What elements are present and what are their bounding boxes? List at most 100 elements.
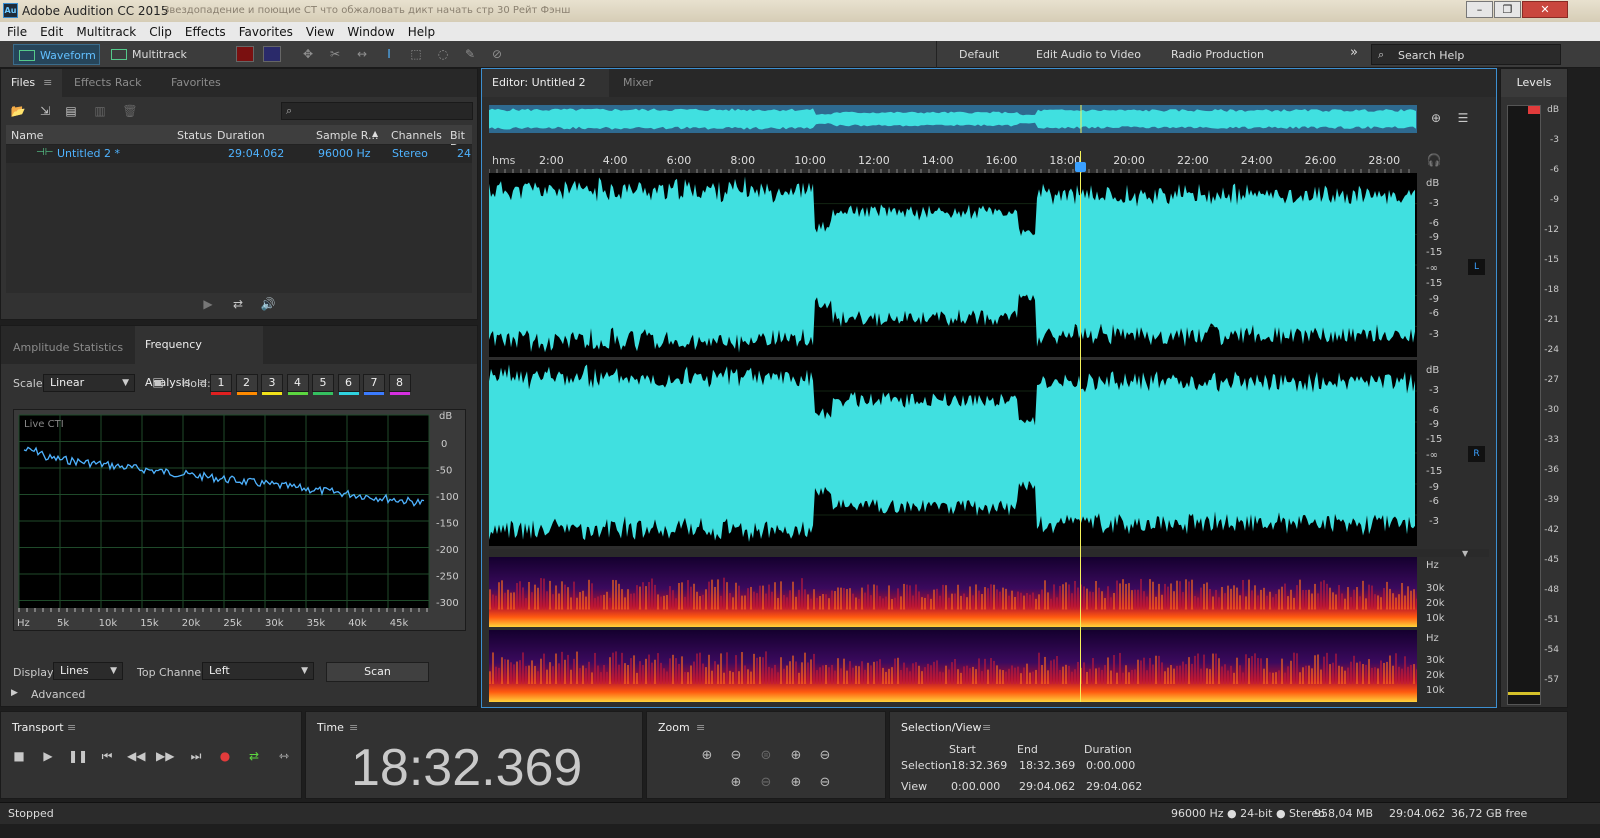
maximize-button[interactable]: ❐ [1494, 1, 1521, 18]
pitch-display-icon[interactable] [263, 46, 281, 62]
minimize-button[interactable]: – [1466, 1, 1493, 18]
hold-button-3[interactable]: 3 [261, 374, 283, 395]
delete-icon[interactable]: 🗑 [121, 104, 139, 118]
scan-button[interactable]: Scan [326, 662, 429, 682]
insert-icon[interactable]: ▥ [91, 104, 109, 118]
menu-edit[interactable]: Edit [33, 22, 69, 39]
menu-window[interactable]: Window [340, 22, 400, 39]
hold-button-4[interactable]: 4 [286, 374, 309, 395]
tab-amplitude-statistics[interactable]: Amplitude Statistics [3, 331, 133, 364]
overview-menu-icon[interactable]: ☰ [1454, 111, 1472, 125]
advanced-scale-icon[interactable]: ▣ [149, 375, 167, 389]
zoom-reset-icon[interactable]: ⊖ [814, 774, 836, 792]
channel-left-toggle[interactable]: L [1468, 259, 1485, 275]
zoom-navigator-icon[interactable]: ⊕ [1427, 111, 1445, 125]
multitrack-button[interactable]: Multitrack [106, 44, 190, 65]
tab-frequency-analysis[interactable]: Frequency Analysis ≡ [135, 326, 263, 389]
slip-tool-icon[interactable]: ↔ [353, 46, 371, 62]
brush-tool-icon[interactable]: ✎ [461, 46, 479, 62]
panel-menu-icon[interactable]: ≡ [349, 721, 358, 734]
selection-duration[interactable]: 0:00.000 [1086, 759, 1135, 772]
panel-menu-icon[interactable]: ≡ [67, 721, 76, 734]
menu-help[interactable]: Help [401, 22, 441, 39]
column-name[interactable]: Name [11, 129, 43, 142]
marquee-tool-icon[interactable]: ⬚ [407, 46, 425, 62]
tab-effects-rack[interactable]: Effects Rack [64, 69, 151, 97]
view-duration[interactable]: 29:04.062 [1086, 780, 1142, 793]
view-start[interactable]: 0:00.000 [951, 780, 1000, 793]
tab-favorites[interactable]: Favorites [161, 69, 231, 97]
tab-editor[interactable]: Editor: Untitled 2 *≡ [482, 69, 609, 117]
zoom-out-time-icon[interactable]: ⊖ [814, 747, 836, 765]
workspace-default[interactable]: Default [959, 48, 999, 61]
more-workspaces-icon[interactable]: » [1350, 45, 1358, 60]
lasso-tool-icon[interactable]: ◌ [434, 46, 452, 62]
column-status[interactable]: Status [177, 129, 212, 142]
autoplay-icon[interactable]: 🔊 [259, 297, 277, 311]
monitor-headphones-icon[interactable]: 🎧 [1425, 153, 1443, 167]
hold-button-5[interactable]: 5 [312, 374, 334, 395]
close-button[interactable]: ✕ [1522, 1, 1568, 18]
loop-preview-icon[interactable]: ⇄ [229, 297, 247, 311]
loop-playback-icon[interactable]: ⇄ [245, 749, 263, 763]
rewind-icon[interactable]: ◀◀ [127, 749, 145, 763]
menu-file[interactable]: File [0, 22, 33, 39]
scale-dropdown[interactable]: Linear ▼ [43, 374, 135, 392]
skip-selection-icon[interactable]: ⇿ [275, 749, 293, 763]
zoom-out-full-icon[interactable]: ⊖ [755, 774, 777, 792]
hold-button-7[interactable]: 7 [363, 374, 385, 395]
zoom-to-selection-icon[interactable]: ⊜ [755, 747, 777, 765]
fast-forward-icon[interactable]: ▶▶ [156, 749, 174, 763]
tab-files[interactable]: Files ≡ [1, 69, 63, 97]
selection-start[interactable]: 18:32.369 [951, 759, 1007, 772]
waveform-button[interactable]: Waveform [13, 44, 100, 65]
view-end[interactable]: 29:04.062 [1019, 780, 1075, 793]
overview-bar[interactable] [489, 105, 1417, 133]
menu-view[interactable]: View [299, 22, 340, 39]
menu-multitrack[interactable]: Multitrack [69, 22, 142, 39]
menu-clip[interactable]: Clip [142, 22, 178, 39]
panel-menu-icon[interactable]: ≡ [982, 721, 991, 734]
workspace-radio-production[interactable]: Radio Production [1171, 48, 1264, 61]
previous-icon[interactable]: ⏮ [98, 749, 116, 764]
zoom-in-time-icon[interactable]: ⊕ [785, 747, 807, 765]
zoom-out-amplitude-icon[interactable]: ⊖ [725, 747, 747, 765]
channel-right-toggle[interactable]: R [1468, 446, 1485, 462]
menu-effects[interactable]: Effects [178, 22, 232, 39]
column-sample-rate[interactable]: Sample R... [316, 129, 378, 142]
hold-button-1[interactable]: 1 [210, 374, 232, 395]
open-file-icon[interactable]: 📂 [9, 104, 27, 118]
stop-icon[interactable]: ■ [10, 749, 28, 763]
menu-favorites[interactable]: Favorites [232, 22, 299, 39]
playhead-handle[interactable] [1075, 162, 1086, 172]
time-ruler[interactable]: hms 2:00 4:00 6:00 8:00 10:00 12:00 14:00 16:00 1… [489, 149, 1489, 173]
spectral-expand-icon[interactable]: ▼ [1462, 549, 1468, 558]
play-icon[interactable]: ▶ [39, 749, 57, 763]
pause-icon[interactable]: ❚❚ [68, 749, 88, 763]
table-row[interactable]: ⊣⊢ Untitled 2 * 29:04.062 96000 Hz Stere… [6, 145, 472, 163]
zoom-in-point-icon[interactable]: ⊕ [725, 774, 747, 792]
files-search-field[interactable]: ⌕ [281, 102, 473, 120]
top-channel-dropdown[interactable]: Left ▼ [202, 662, 314, 680]
search-help-field[interactable]: ⌕ Search Help [1371, 44, 1561, 65]
tab-mixer[interactable]: Mixer [613, 69, 663, 97]
import-file-icon[interactable]: ⇲ [36, 104, 54, 118]
workspace-edit-audio-to-video[interactable]: Edit Audio to Video [1036, 48, 1141, 61]
zoom-in-amplitude-icon[interactable]: ⊕ [696, 747, 718, 765]
playhead[interactable] [1080, 151, 1081, 702]
panel-menu-icon[interactable]: ≡ [696, 721, 705, 734]
hold-button-2[interactable]: 2 [235, 374, 258, 395]
razor-tool-icon[interactable]: ✂ [326, 46, 344, 62]
new-file-icon[interactable]: ▤ [62, 104, 80, 118]
next-icon[interactable]: ⏭ [187, 749, 205, 764]
zoom-selection-icon[interactable]: ⊕ [785, 774, 807, 792]
spectral-display-icon[interactable] [236, 46, 254, 62]
healing-brush-icon[interactable]: ⊘ [488, 46, 506, 62]
spectral-divider[interactable] [489, 549, 1489, 557]
column-duration[interactable]: Duration [217, 129, 265, 142]
column-channels[interactable]: Channels [391, 129, 442, 142]
play-preview-icon[interactable]: ▶ [199, 297, 217, 311]
record-icon[interactable]: ● [216, 749, 234, 763]
expand-advanced-icon[interactable]: ▶ [11, 688, 18, 698]
advanced-toggle[interactable]: Advanced [31, 688, 85, 701]
